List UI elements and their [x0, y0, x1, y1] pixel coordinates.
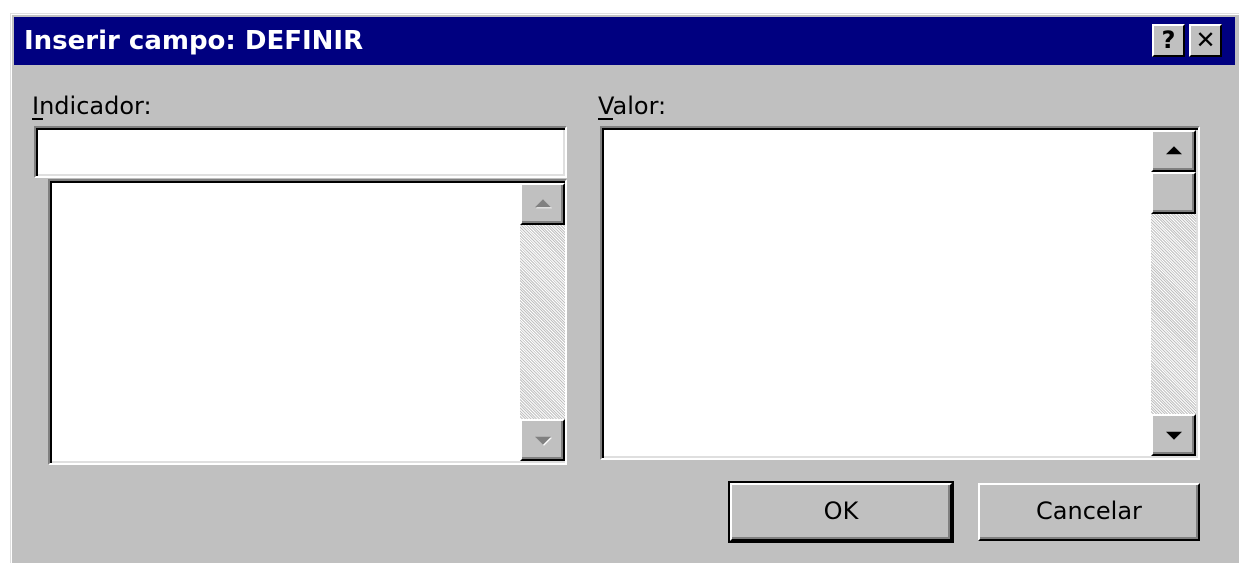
- value-scroll-down-button[interactable]: [1151, 414, 1196, 456]
- value-scroll-thumb[interactable]: [1151, 172, 1196, 214]
- bookmark-mnemonic-underline: [32, 118, 43, 120]
- value-textarea[interactable]: [600, 126, 1200, 460]
- bookmark-input[interactable]: [34, 126, 567, 178]
- cancel-button[interactable]: Cancelar: [978, 483, 1200, 541]
- bookmark-scroll-up-button: [520, 183, 565, 225]
- close-button[interactable]: ✕: [1189, 24, 1222, 57]
- bookmark-list[interactable]: [48, 179, 567, 465]
- bookmark-label: Indicador:: [32, 92, 152, 120]
- bookmark-scroll-down-button: [520, 419, 565, 461]
- help-button[interactable]: ?: [1152, 24, 1185, 57]
- value-mnemonic-underline: [598, 118, 613, 120]
- arrow-up-icon: [534, 199, 551, 208]
- arrow-down-icon: [534, 436, 551, 445]
- insert-field-dialog: Inserir campo: DEFINIR ? ✕ Indicador: Va…: [10, 13, 1239, 563]
- title-bar: Inserir campo: DEFINIR ? ✕: [14, 17, 1235, 65]
- value-scroll-up-button[interactable]: [1151, 130, 1196, 172]
- ok-button[interactable]: OK: [728, 481, 954, 543]
- value-label-wrap: Valor:: [598, 91, 666, 121]
- arrow-down-icon: [1165, 431, 1182, 440]
- value-label: Valor:: [598, 92, 667, 120]
- dialog-title: Inserir campo: DEFINIR: [24, 26, 364, 56]
- arrow-up-icon: [1165, 146, 1182, 155]
- bookmark-label-wrap: Indicador:: [32, 91, 152, 121]
